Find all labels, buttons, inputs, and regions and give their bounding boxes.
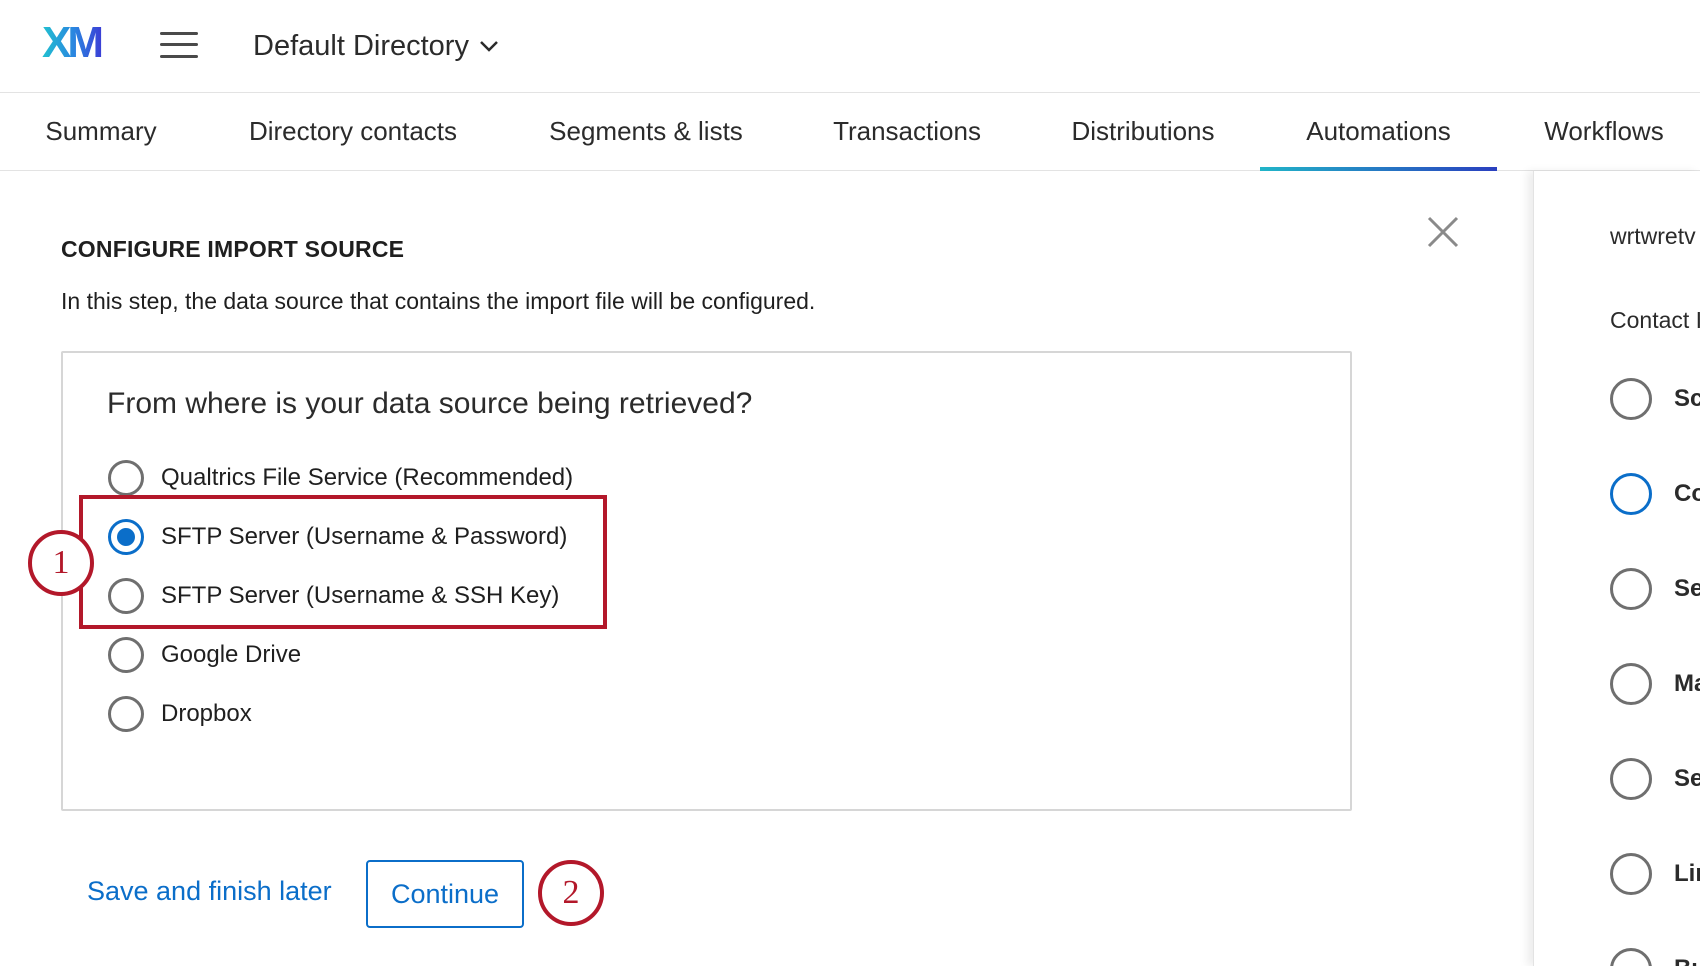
callout-2: 2 (538, 860, 604, 926)
logo-text: XM (42, 22, 101, 62)
save-and-finish-later-link[interactable]: Save and finish later (87, 876, 332, 907)
question-text: From where is your data source being ret… (107, 387, 753, 420)
step-label: Se (1674, 575, 1700, 602)
step-label: Lir (1674, 860, 1700, 887)
right-side-panel: wrtwretv Contact I Sc Co Se Ma Se Lir Bu (1533, 171, 1700, 966)
step-label: Se (1674, 765, 1700, 792)
tab-summary[interactable]: Summary (45, 92, 157, 170)
option-label: Google Drive (161, 641, 302, 668)
top-bar: XM Default Directory (0, 0, 1700, 93)
step-circle-icon (1610, 473, 1652, 515)
step-circle-icon (1610, 853, 1652, 895)
tab-automations[interactable]: Automations (1260, 92, 1497, 171)
step-item[interactable]: Bu (1610, 947, 1700, 966)
close-icon[interactable] (1426, 215, 1460, 249)
step-item[interactable]: Lir (1610, 852, 1700, 896)
step-circle-icon (1610, 663, 1652, 705)
option-qualtrics-file-service[interactable]: Qualtrics File Service (Recommended) (108, 457, 573, 499)
step-item[interactable]: Sc (1610, 377, 1700, 421)
highlight-box (79, 495, 607, 629)
continue-button[interactable]: Continue (366, 860, 524, 928)
callout-1: 1 (28, 530, 94, 596)
step-item[interactable]: Ma (1610, 662, 1700, 706)
radio-button[interactable] (108, 637, 144, 673)
section-description: In this step, the data source that conta… (61, 288, 816, 314)
chevron-down-icon (480, 41, 498, 52)
step-circle-icon (1610, 378, 1652, 420)
step-circle-icon (1610, 568, 1652, 610)
step-circle-icon (1610, 758, 1652, 800)
radio-button[interactable] (108, 696, 144, 732)
step-item-active[interactable]: Co (1610, 472, 1700, 516)
menu-icon[interactable] (160, 30, 198, 60)
section-heading: CONFIGURE IMPORT SOURCE (61, 236, 405, 262)
step-label: Bu (1674, 955, 1700, 966)
xm-logo[interactable]: XM (42, 18, 114, 67)
directory-name: Default Directory (253, 29, 469, 62)
step-label: Ma (1674, 670, 1700, 697)
step-item[interactable]: Se (1610, 757, 1700, 801)
tab-distributions[interactable]: Distributions (1070, 92, 1216, 170)
tab-bar: Summary Directory contacts Segments & li… (0, 92, 1700, 171)
step-item[interactable]: Se (1610, 567, 1700, 611)
step-circle-icon (1610, 948, 1652, 966)
tab-transactions[interactable]: Transactions (833, 92, 981, 170)
directory-selector[interactable]: Default Directory (253, 26, 499, 66)
panel-subtitle: Contact I (1610, 307, 1700, 333)
step-label: Co (1674, 480, 1700, 507)
option-label: Dropbox (161, 700, 252, 727)
tab-segments-lists[interactable]: Segments & lists (548, 92, 744, 170)
tab-directory-contacts[interactable]: Directory contacts (247, 92, 459, 170)
step-label: Sc (1674, 385, 1700, 412)
tab-workflows[interactable]: Workflows (1542, 92, 1666, 170)
option-dropbox[interactable]: Dropbox (108, 693, 252, 735)
option-google-drive[interactable]: Google Drive (108, 634, 301, 676)
automation-name: wrtwretv (1610, 223, 1696, 249)
option-label: Qualtrics File Service (Recommended) (161, 464, 574, 491)
radio-button[interactable] (108, 460, 144, 496)
